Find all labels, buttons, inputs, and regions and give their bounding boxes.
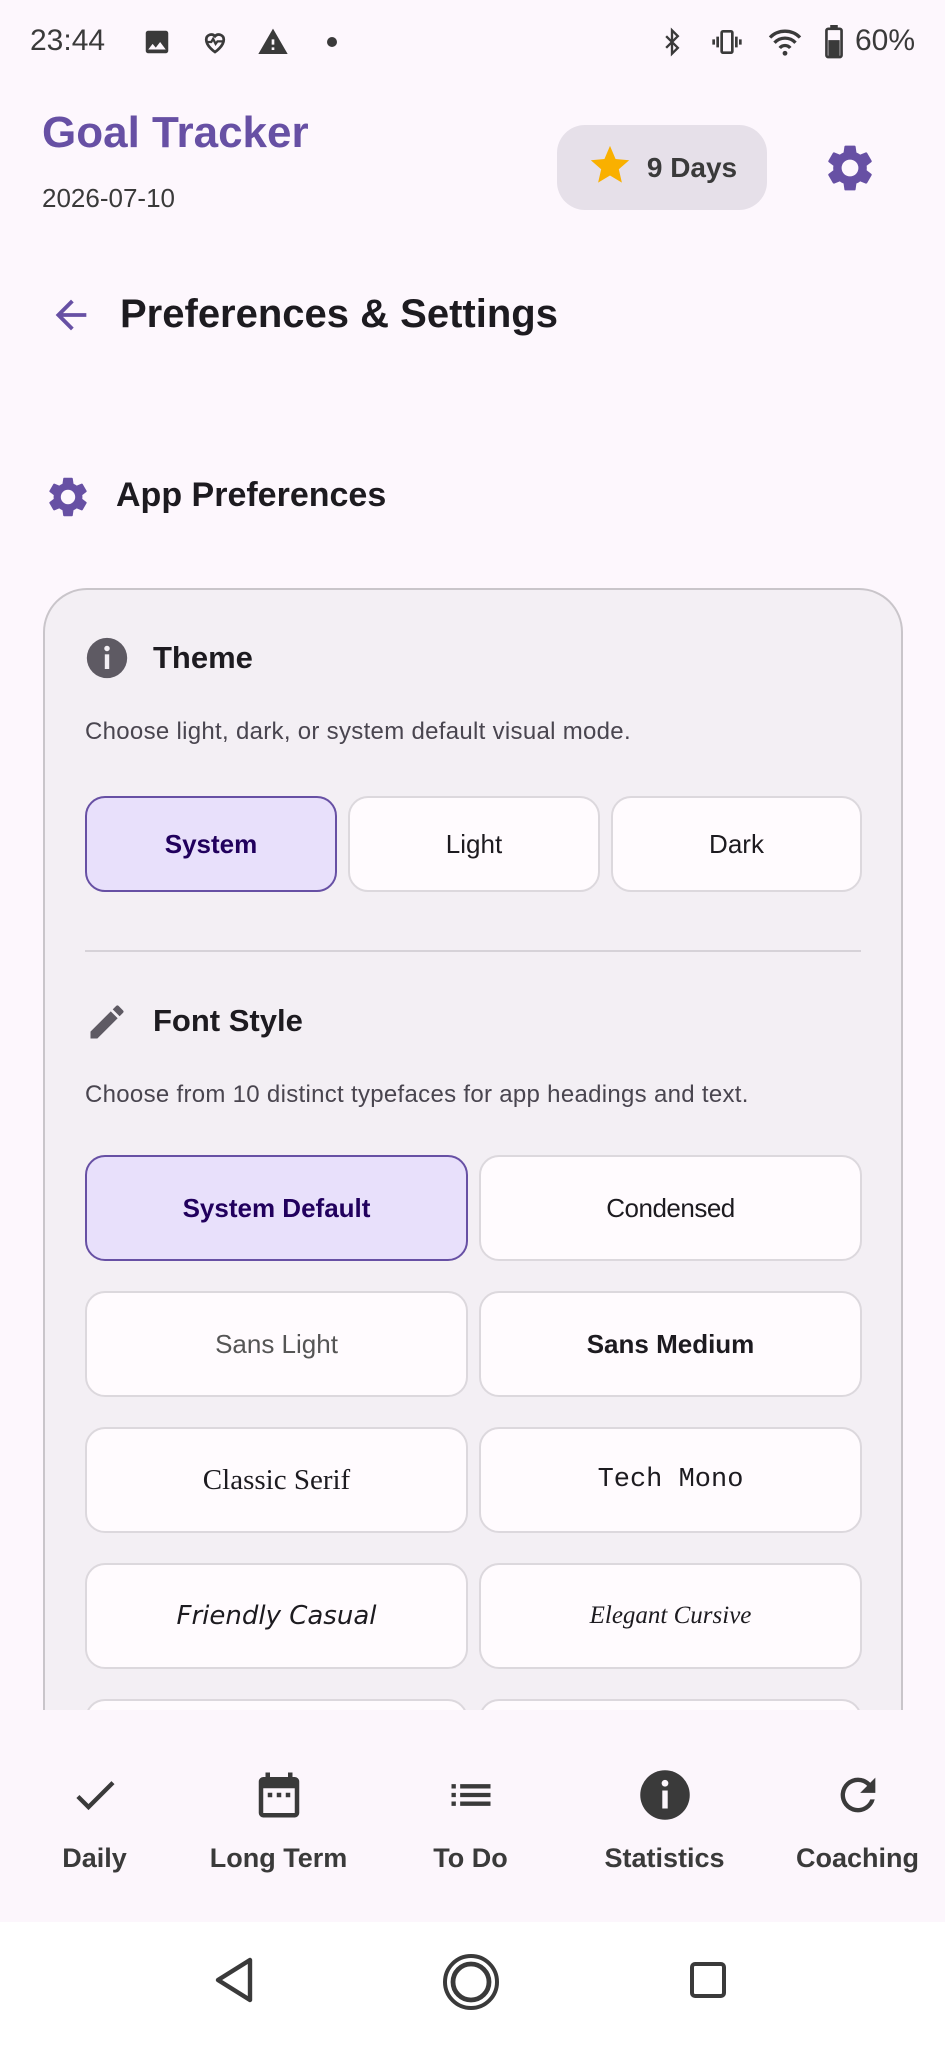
list-icon — [443, 1767, 499, 1823]
preferences-card: Theme Choose light, dark, or system defa… — [43, 588, 903, 1805]
nav-label: Daily — [62, 1843, 127, 1873]
gear-icon — [822, 140, 878, 201]
gear-icon — [44, 473, 92, 521]
bluetooth-icon — [655, 22, 689, 62]
font-style-description: Choose from 10 distinct typefaces for ap… — [85, 1081, 749, 1108]
home-circle-icon[interactable] — [441, 1952, 501, 2017]
nav-label: To Do — [433, 1843, 508, 1873]
nav-item-daily[interactable]: Daily — [0, 1710, 189, 1922]
streak-label: 9 Days — [646, 151, 738, 183]
info-icon — [85, 636, 129, 680]
font-option-condensed[interactable]: Condensed — [479, 1155, 862, 1261]
refresh-icon — [830, 1767, 886, 1823]
dot-icon — [322, 22, 342, 62]
battery-icon — [822, 22, 846, 62]
theme-option-light[interactable]: Light — [348, 796, 600, 892]
divider — [85, 950, 861, 952]
nav-item-statistics[interactable]: Statistics — [570, 1710, 759, 1922]
nav-item-long-term[interactable]: Long Term — [184, 1710, 373, 1922]
pencil-icon — [85, 1000, 129, 1044]
battery-percent: 60% — [854, 24, 915, 57]
page-title: Preferences & Settings — [120, 292, 558, 336]
nav-label: Coaching — [795, 1843, 919, 1873]
status-bar: 23:44 60% — [0, 0, 945, 86]
font-option-sans-light[interactable]: Sans Light — [85, 1291, 468, 1397]
current-date: 2026-07-10 — [42, 183, 175, 213]
back-button[interactable] — [44, 290, 98, 344]
font-option-classic-serif[interactable]: Classic Serif — [85, 1427, 468, 1533]
theme-description: Choose light, dark, or system default vi… — [85, 718, 631, 745]
font-option-sans-medium[interactable]: Sans Medium — [479, 1291, 862, 1397]
section-title: App Preferences — [116, 476, 387, 514]
font-option-system-default[interactable]: System Default — [85, 1155, 468, 1261]
nav-label: Statistics — [604, 1843, 725, 1873]
check-icon — [67, 1767, 123, 1823]
vibrate-icon — [706, 22, 748, 62]
app-title: Goal Tracker — [42, 108, 309, 157]
back-triangle-icon[interactable] — [212, 1956, 256, 2009]
nav-label: Long Term — [209, 1843, 348, 1873]
bottom-navigation: Daily Long Term To Do Statistics Coachin… — [0, 1710, 945, 1922]
calendar-icon — [251, 1767, 307, 1823]
arrow-back-icon — [48, 292, 94, 343]
wifi-icon — [762, 22, 808, 62]
heart-icon — [198, 22, 232, 62]
theme-title: Theme — [153, 640, 253, 675]
font-option-elegant-cursive[interactable]: Elegant Cursive — [479, 1563, 862, 1669]
image-icon — [140, 22, 174, 62]
font-option-friendly-casual[interactable]: Friendly Casual — [85, 1563, 468, 1669]
status-time: 23:44 — [30, 24, 106, 57]
theme-option-system[interactable]: System — [85, 796, 337, 892]
theme-option-dark[interactable]: Dark — [611, 796, 862, 892]
settings-button[interactable] — [818, 138, 882, 202]
recents-square-icon[interactable] — [688, 1960, 728, 2005]
warning-icon — [255, 22, 291, 62]
font-option-tech-mono[interactable]: Tech Mono — [479, 1427, 862, 1533]
nav-item-coaching[interactable]: Coaching — [763, 1710, 945, 1922]
font-style-title: Font Style — [153, 1003, 303, 1038]
nav-item-to-do[interactable]: To Do — [376, 1710, 565, 1922]
info-icon — [637, 1767, 693, 1823]
streak-badge[interactable]: 9 Days — [557, 125, 767, 210]
star-icon — [587, 142, 633, 193]
system-navigation-bar — [0, 1922, 945, 2048]
